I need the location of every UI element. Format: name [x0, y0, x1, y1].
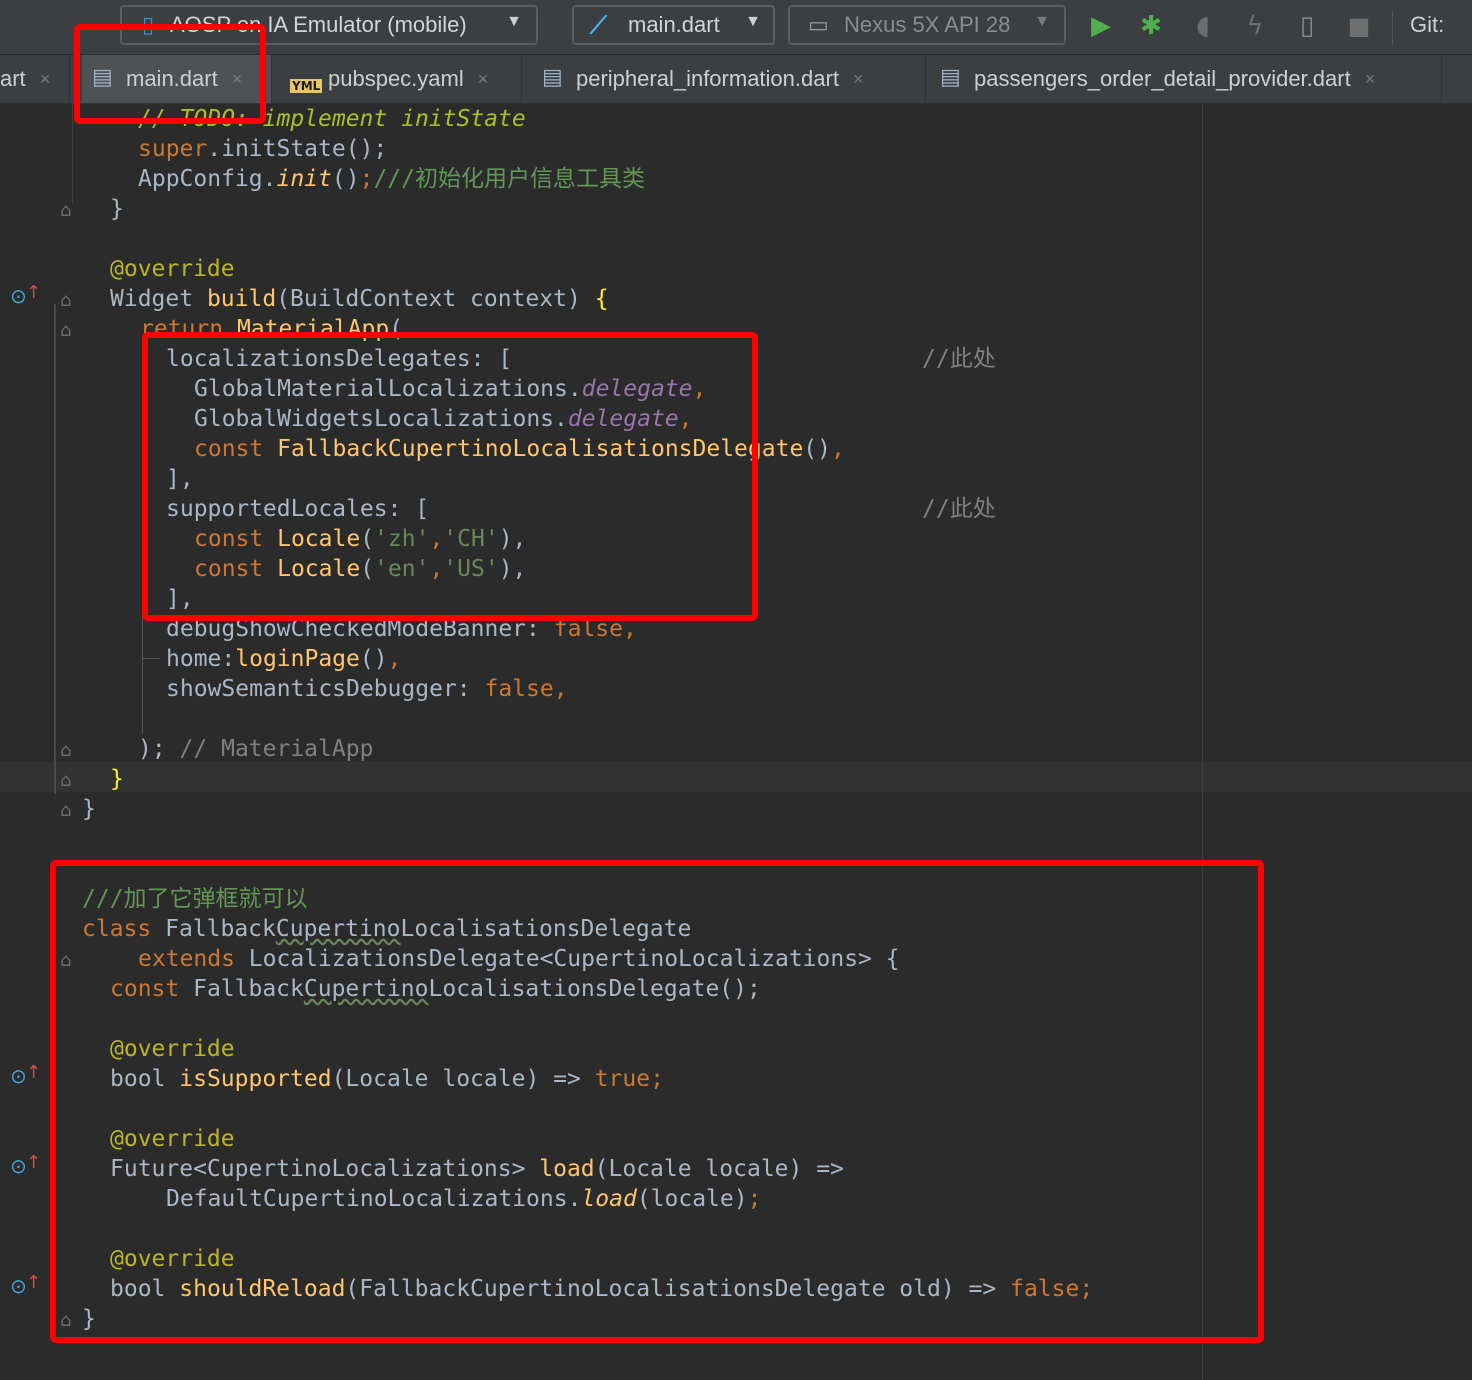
override-method-icon[interactable]: ⊙: [10, 1064, 27, 1088]
indent-guide: [142, 614, 143, 734]
current-line-highlight: [0, 762, 1472, 792]
stop-icon[interactable]: ■: [1344, 10, 1374, 42]
override-arrow-icon: ↑: [26, 1152, 42, 1173]
avd-selector-label: Nexus 5X API 28: [844, 12, 1011, 37]
dart-file-icon: ▤: [940, 65, 961, 90]
fold-marker-icon[interactable]: ⌂: [60, 320, 71, 341]
override-arrow-icon: ↑: [26, 282, 42, 303]
toolbar-separator: [1392, 12, 1393, 44]
code-line: @override: [110, 256, 235, 282]
code-line: home:loginPage(),: [166, 646, 402, 672]
override-arrow-icon: ↑: [26, 1062, 42, 1083]
override-arrow-icon: ↑: [26, 1272, 42, 1293]
tab-label: art: [0, 66, 26, 91]
tab-peripheral-information[interactable]: ▤ peripheral_information.dart ×: [532, 55, 926, 103]
annotation-box-tab: [74, 24, 266, 124]
chevron-down-icon: ▼: [506, 13, 522, 30]
git-label[interactable]: Git:: [1410, 12, 1444, 38]
override-method-icon[interactable]: ⊙: [10, 1154, 27, 1178]
tab-art[interactable]: art ×: [0, 55, 70, 103]
tab-pubspec-yaml[interactable]: YML pubspec.yaml ×: [282, 55, 522, 103]
override-method-icon[interactable]: ⊙: [10, 284, 27, 308]
device-icon: ▭: [808, 13, 829, 38]
attach-debugger-icon[interactable]: ◖: [1188, 10, 1218, 42]
chevron-down-icon: ▼: [1034, 13, 1050, 30]
indent-guide: [72, 104, 73, 204]
tab-label: passengers_order_detail_provider.dart: [974, 66, 1351, 91]
fold-marker-icon[interactable]: ⌂: [60, 290, 71, 311]
fold-marker-icon[interactable]: ⌂: [60, 770, 71, 791]
code-line: ); // MaterialApp: [138, 736, 374, 762]
code-comment: //此处: [922, 496, 996, 522]
debug-bug-icon[interactable]: ✱: [1136, 10, 1166, 42]
code-line: }: [82, 796, 96, 822]
tab-label: pubspec.yaml: [328, 66, 464, 91]
code-line: AppConfig.init();///初始化用户信息工具类: [138, 166, 645, 192]
run-config-selector[interactable]: ⟋ main.dart ▼: [572, 5, 775, 45]
code-line: showSemanticsDebugger: false,: [166, 676, 568, 702]
code-line: }: [110, 766, 124, 792]
annotation-box-delegate-class: [50, 860, 1264, 1343]
tab-label: peripheral_information.dart: [576, 66, 839, 91]
fold-marker-icon[interactable]: ⌂: [60, 800, 71, 821]
close-icon[interactable]: ×: [1365, 69, 1376, 90]
annotation-box-localizations: [142, 332, 758, 621]
close-icon[interactable]: ×: [478, 69, 489, 90]
fold-marker-icon[interactable]: ⌂: [60, 200, 71, 221]
yaml-file-icon: YML: [290, 79, 323, 93]
fold-marker-icon[interactable]: ⌂: [60, 740, 71, 761]
chevron-down-icon: ▼: [745, 13, 761, 30]
hot-reload-icon[interactable]: ϟ: [1240, 10, 1270, 42]
run-icon[interactable]: ▶: [1086, 10, 1116, 42]
device-manager-icon[interactable]: ▯: [1292, 10, 1322, 42]
code-line: Widget build(BuildContext context) {: [110, 286, 609, 312]
avd-selector[interactable]: ▭ Nexus 5X API 28 ▼: [788, 5, 1066, 45]
tab-passengers-order-detail-provider[interactable]: ▤ passengers_order_detail_provider.dart …: [930, 55, 1442, 103]
flutter-icon: ⟋: [590, 11, 607, 39]
close-icon[interactable]: ×: [40, 69, 51, 90]
close-icon[interactable]: ×: [853, 69, 864, 90]
code-comment: //此处: [922, 346, 996, 372]
code-line: super.initState();: [138, 136, 388, 162]
indent-guide: [54, 304, 56, 794]
indent-guide: [142, 658, 160, 659]
override-method-icon[interactable]: ⊙: [10, 1274, 27, 1298]
code-line: }: [110, 196, 124, 222]
dart-file-icon: ▤: [542, 65, 563, 90]
run-config-label: main.dart: [628, 12, 720, 37]
